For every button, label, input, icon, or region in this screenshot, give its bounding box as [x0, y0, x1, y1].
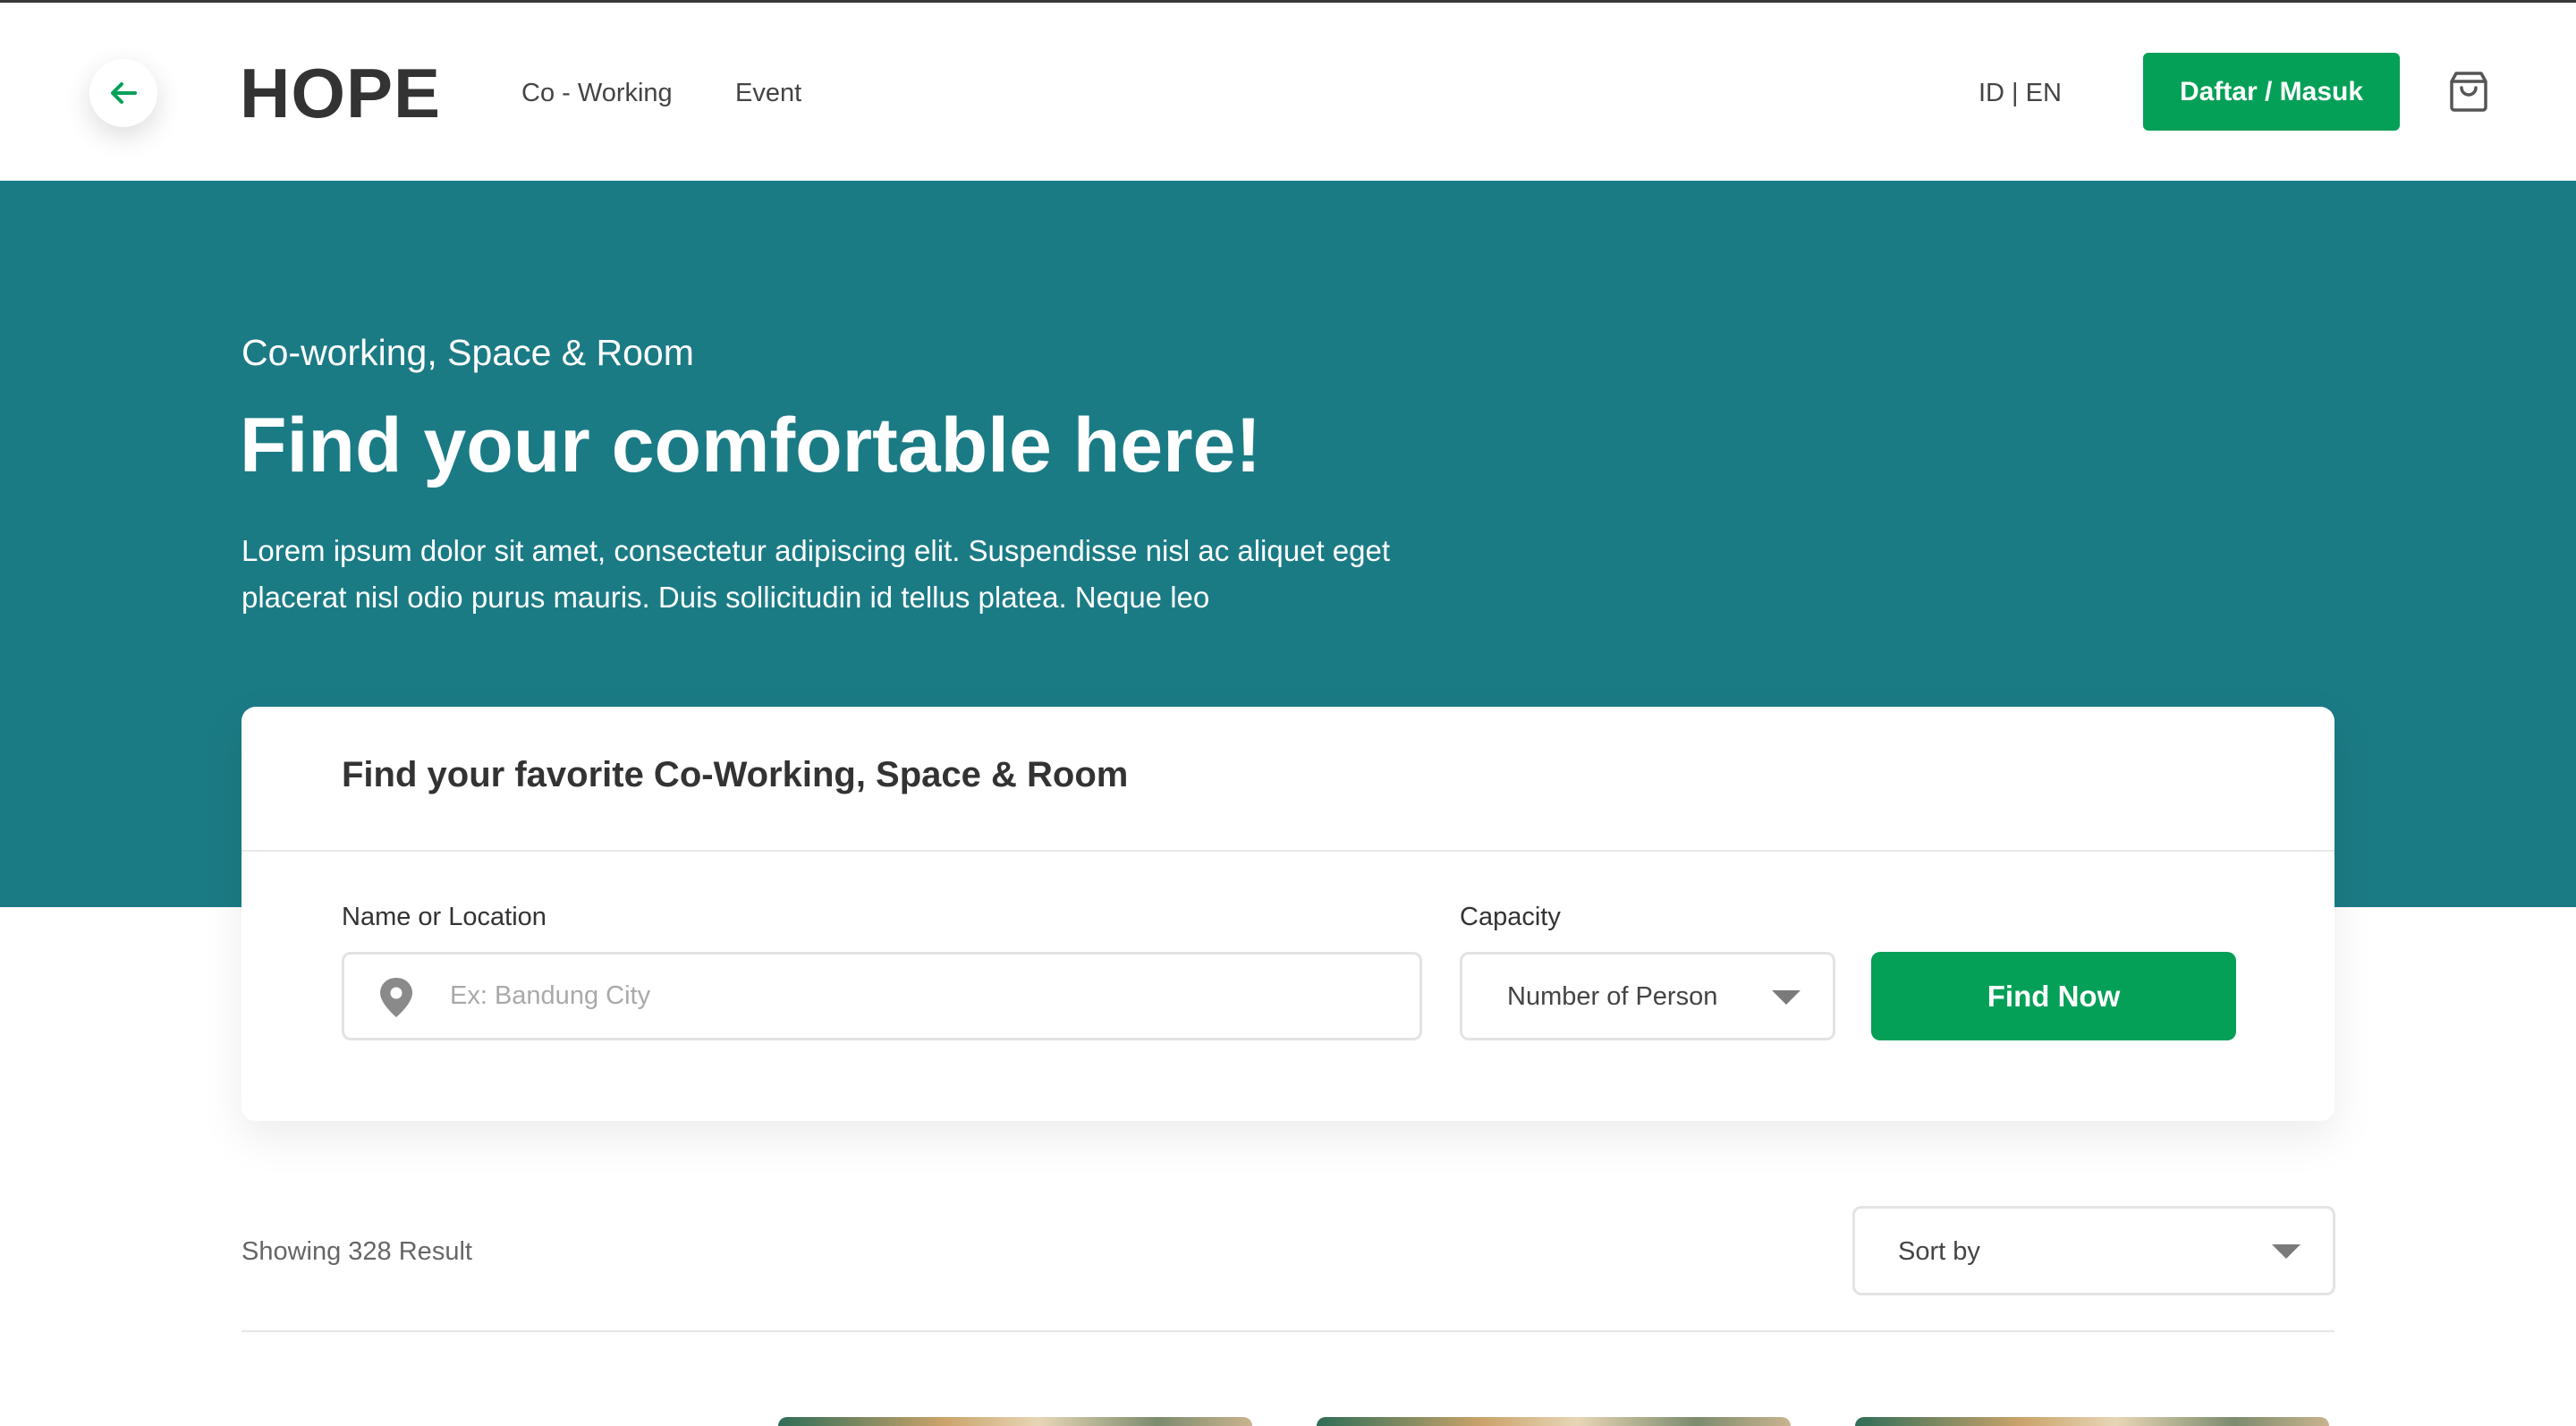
site-header: HOPE Co - Working Event ID | EN Daftar /…	[0, 3, 2576, 181]
listing-card-image[interactable]	[1855, 1417, 2329, 1426]
search-card-divider	[242, 850, 2334, 852]
back-button[interactable]	[89, 59, 157, 127]
search-card-title: Find your favorite Co-Working, Space & R…	[342, 755, 1129, 794]
location-field[interactable]	[342, 952, 1422, 1040]
capacity-selected-value: Number of Person	[1507, 982, 1718, 1011]
listing-card-image[interactable]	[1317, 1417, 1791, 1426]
arrow-left-icon	[111, 82, 137, 104]
hero-title: Find your comfortable here!	[240, 403, 1262, 488]
search-card: Find your favorite Co-Working, Space & R…	[242, 707, 2334, 1121]
hero-kicker: Co-working, Space & Room	[242, 332, 694, 373]
location-pin-icon	[380, 978, 412, 1017]
hero-description: Lorem ipsum dolor sit amet, consectetur …	[242, 534, 1391, 614]
location-label: Name or Location	[342, 903, 547, 931]
nav-link-event[interactable]: Event	[735, 78, 801, 108]
results-count: Showing 328 Result	[242, 1237, 472, 1266]
chevron-down-icon	[2272, 1244, 2301, 1259]
language-switch[interactable]: ID | EN	[1979, 78, 2062, 108]
location-input[interactable]	[450, 955, 1407, 1038]
find-now-button[interactable]: Find Now	[1871, 952, 2236, 1040]
shopping-bag-icon	[2450, 72, 2487, 112]
cart-button[interactable]	[2447, 69, 2490, 114]
site-logo[interactable]: HOPE	[240, 53, 441, 133]
listing-card-image[interactable]	[778, 1417, 1252, 1426]
chevron-down-icon	[1772, 990, 1801, 1005]
register-login-button[interactable]: Daftar / Masuk	[2143, 53, 2400, 131]
capacity-select[interactable]: Number of Person	[1460, 952, 1835, 1040]
sort-selected-value: Sort by	[1898, 1237, 1980, 1266]
capacity-label: Capacity	[1460, 903, 1561, 931]
nav-link-coworking[interactable]: Co - Working	[521, 78, 673, 108]
results-divider	[242, 1330, 2334, 1332]
sort-select[interactable]: Sort by	[1852, 1206, 2335, 1295]
